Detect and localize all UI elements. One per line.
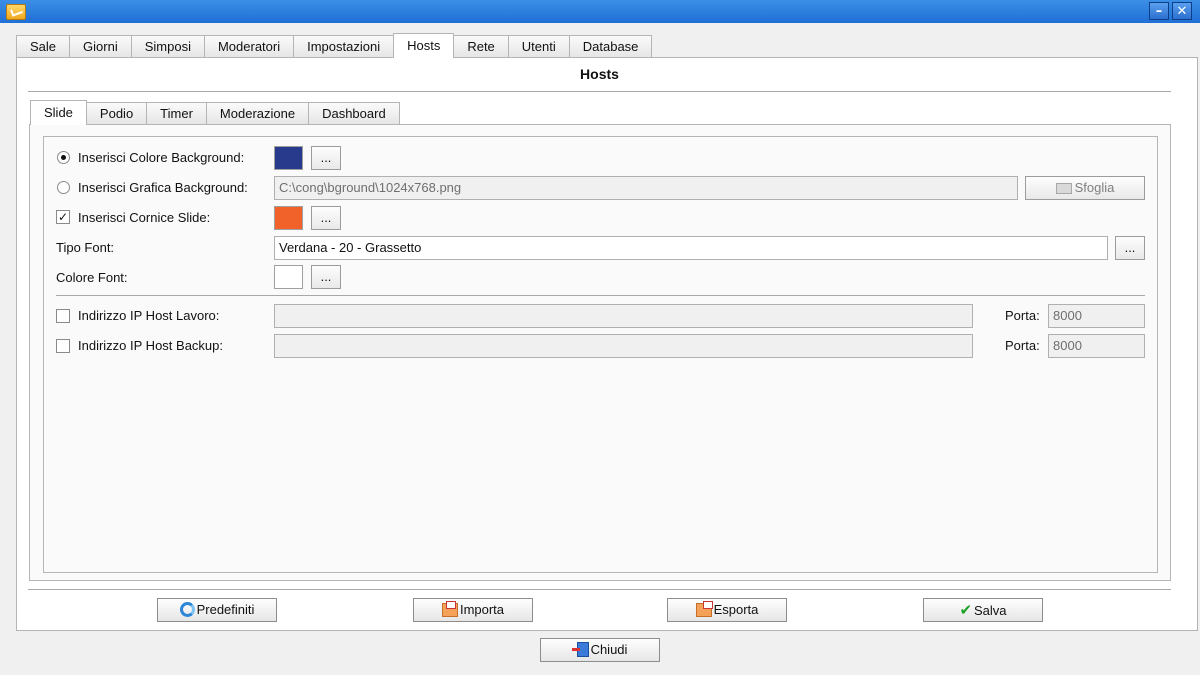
export-folder-icon [695, 601, 713, 617]
host-backup-port-field[interactable]: 8000 [1048, 334, 1145, 358]
host-backup-checkbox[interactable] [56, 339, 70, 353]
tab-moderatori[interactable]: Moderatori [203, 35, 295, 57]
slide-frame-checkbox[interactable]: ✓ [56, 210, 70, 224]
tab-hosts[interactable]: Hosts [393, 33, 455, 58]
title-bar: – ✕ [0, 0, 1200, 23]
page-title: Hosts [580, 66, 619, 82]
subtab-dashboard[interactable]: Dashboard [308, 102, 400, 124]
sub-tabstrip: Slide Podio Timer Moderazione Dashboard [30, 100, 400, 125]
close-window-button[interactable]: ✕ [1172, 2, 1192, 20]
browse-image-button[interactable]: Sfoglia [1025, 176, 1145, 200]
host-backup-label: Indirizzo IP Host Backup: [78, 338, 223, 353]
refresh-icon [179, 602, 195, 617]
font-type-browse-button[interactable]: ... [1115, 236, 1145, 260]
pencil-note-icon [6, 4, 26, 20]
subtab-slide[interactable]: Slide [30, 100, 87, 125]
host-work-checkbox[interactable] [56, 309, 70, 323]
background-color-radio[interactable] [57, 151, 70, 164]
buttons-divider [28, 589, 1171, 590]
background-image-label: Inserisci Grafica Background: [78, 180, 248, 195]
section-divider [56, 295, 1145, 296]
checkmark-icon: ✔ [959, 601, 973, 619]
background-color-label: Inserisci Colore Background: [78, 150, 245, 165]
font-color-label: Colore Font: [56, 270, 128, 285]
host-work-ip-field[interactable] [274, 304, 973, 328]
browse-image-label: Sfoglia [1074, 180, 1115, 195]
font-color-browse-button[interactable]: ... [311, 265, 341, 289]
export-button[interactable]: Esporta [667, 598, 787, 622]
background-image-path-field[interactable]: C:\cong\bground\1024x768.png [274, 176, 1018, 200]
defaults-button[interactable]: Predefiniti [157, 598, 277, 622]
tab-utenti[interactable]: Utenti [507, 35, 570, 57]
save-label: Salva [974, 603, 1007, 618]
minimize-button[interactable]: – [1149, 2, 1169, 20]
close-button[interactable]: Chiudi [540, 638, 660, 662]
import-folder-icon [441, 601, 458, 617]
tab-rete[interactable]: Rete [453, 35, 509, 57]
host-backup-ip-field[interactable] [274, 334, 973, 358]
background-color-browse-button[interactable]: ... [311, 146, 341, 170]
subtab-podio[interactable]: Podio [85, 102, 148, 124]
host-work-port-field[interactable]: 8000 [1048, 304, 1145, 328]
font-type-field[interactable]: Verdana - 20 - Grassetto [274, 236, 1108, 260]
subtab-moderazione[interactable]: Moderazione [205, 102, 310, 124]
background-image-radio[interactable] [57, 181, 70, 194]
slide-frame-label: Inserisci Cornice Slide: [78, 210, 211, 225]
tab-database[interactable]: Database [568, 35, 653, 57]
close-label: Chiudi [590, 642, 628, 657]
import-label: Importa [459, 602, 505, 617]
font-type-label: Tipo Font: [56, 240, 115, 255]
font-color-swatch[interactable] [274, 265, 303, 289]
tab-simposi[interactable]: Simposi [130, 35, 205, 57]
exit-door-icon [571, 642, 589, 657]
main-tabstrip: Sale Giorni Simposi Moderatori Impostazi… [16, 33, 653, 58]
tab-giorni[interactable]: Giorni [69, 35, 132, 57]
subtab-timer[interactable]: Timer [146, 102, 207, 124]
defaults-label: Predefiniti [196, 602, 255, 617]
host-backup-port-label: Porta: [1005, 338, 1040, 353]
title-divider [28, 91, 1171, 92]
host-work-port-label: Porta: [1005, 308, 1040, 323]
import-button[interactable]: Importa [413, 598, 533, 622]
export-label: Esporta [713, 602, 759, 617]
tab-sale[interactable]: Sale [16, 35, 71, 57]
tab-impostazioni[interactable]: Impostazioni [293, 35, 395, 57]
slide-frame-browse-button[interactable]: ... [311, 206, 341, 230]
background-color-swatch[interactable] [274, 146, 303, 170]
slide-frame-color-swatch[interactable] [274, 206, 303, 230]
folder-icon [1055, 183, 1072, 194]
host-work-label: Indirizzo IP Host Lavoro: [78, 308, 220, 323]
save-button[interactable]: ✔ Salva [923, 598, 1043, 622]
